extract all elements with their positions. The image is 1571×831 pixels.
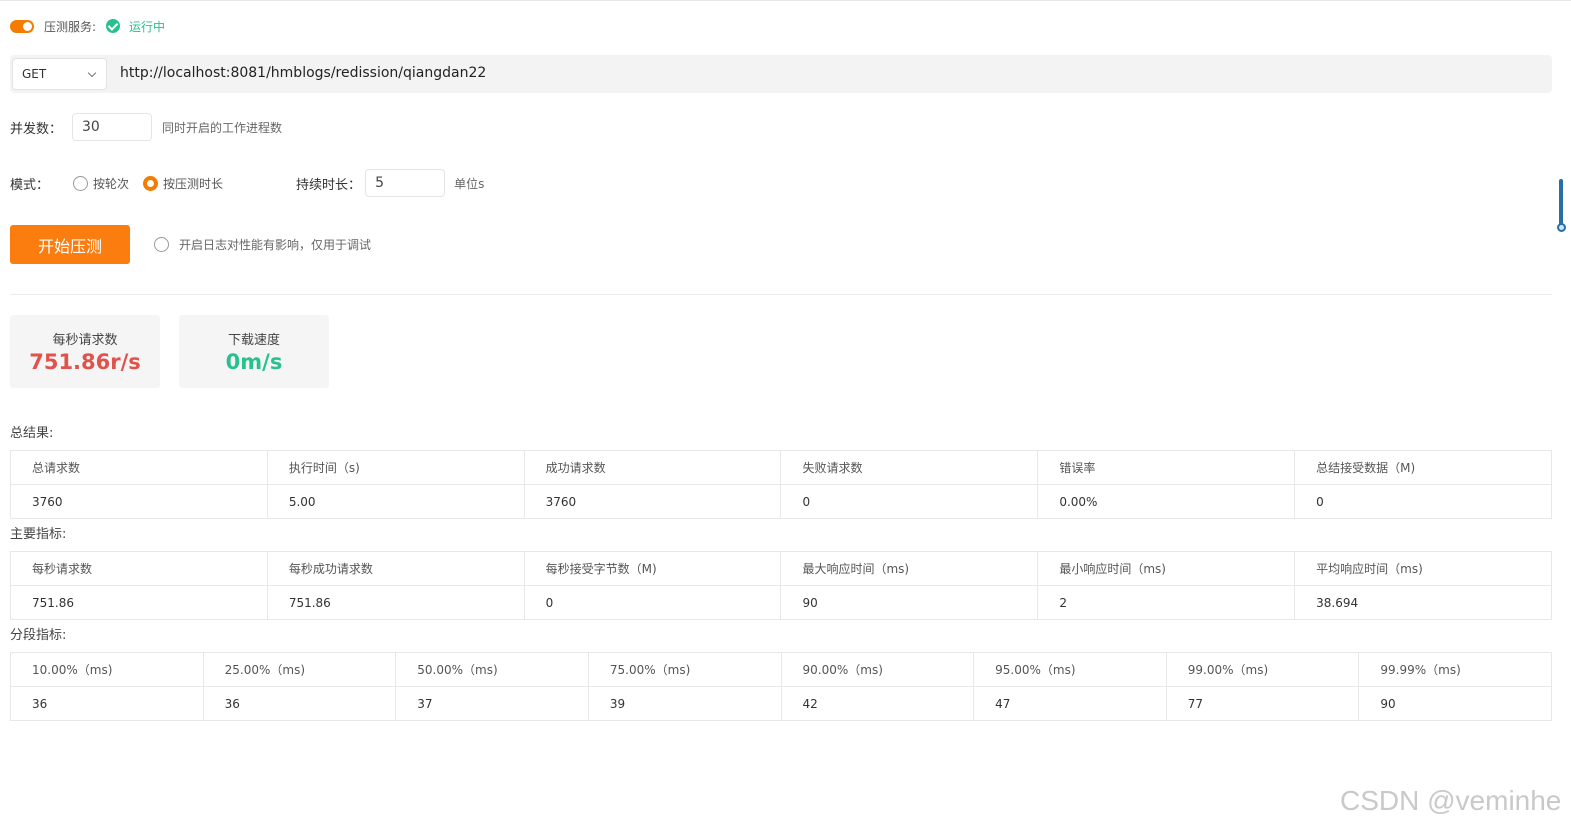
table-cell: 0.00% [1037,484,1296,519]
table-cell: 751.86 [266,585,525,620]
radio-by-duration[interactable] [143,175,159,191]
radio-by-rounds-label: 按轮次 [93,176,130,191]
table-header-cell: 成功请求数 [523,450,782,485]
top-border [0,0,1571,1]
download-card: 下载速度 0m/s [179,315,329,388]
percentiles-title: 分段指标: [10,628,67,643]
table-cell: 3760 [10,484,268,519]
log-option-row: 开启日志对性能有影响，仅用于调试 [154,236,371,253]
summary-table: 总请求数 执行时间（s) 成功请求数 失败请求数 错误率 总结接受数据（M) 3… [10,450,1552,519]
table-row: 3760 5.00 3760 0 0.00% 0 [10,484,1552,519]
table-header-cell: 错误率 [1037,450,1296,485]
table-header-cell: 50.00%（ms) [395,652,589,687]
table-header-cell: 最小响应时间（ms) [1037,551,1296,586]
duration-unit: 单位s [454,176,485,191]
scrollbar-thumb[interactable] [1557,179,1566,234]
service-status-text: 运行中 [129,19,166,34]
table-cell: 0 [780,484,1039,519]
table-cell: 0 [523,585,782,620]
enable-log-radio[interactable] [154,237,169,252]
metrics-table: 每秒请求数 每秒成功请求数 每秒接受字节数（M) 最大响应时间（ms) 最小响应… [10,551,1552,620]
table-cell: 5.00 [266,484,525,519]
concurrency-input[interactable]: 30 [72,113,153,141]
table-cell: 751.86 [10,585,268,620]
table-header-cell: 总请求数 [10,450,268,485]
mode-row: 模式： 按轮次 按压测时长 持续时长： 5 单位s [10,169,484,197]
table-cell: 36 [10,686,204,721]
watermark: CSDN @veminhe [1340,785,1562,816]
table-header-cell: 总结接受数据（M) [1294,450,1552,485]
table-row: 36 36 37 39 42 47 77 90 [10,686,1552,721]
table-header-row: 每秒请求数 每秒成功请求数 每秒接受字节数（M) 最大响应时间（ms) 最小响应… [10,551,1552,586]
table-cell: 0 [1294,484,1552,519]
rps-card: 每秒请求数 751.86r/s [10,315,160,388]
download-value: 0m/s [225,350,283,374]
table-header-cell: 25.00%（ms) [202,652,397,687]
duration-input[interactable]: 5 [365,169,446,197]
section-divider [10,294,1552,295]
table-cell: 39 [587,686,782,721]
enable-log-label: 开启日志对性能有影响，仅用于调试 [179,238,372,252]
rps-value: 751.86r/s [29,350,141,374]
radio-by-rounds[interactable] [73,175,89,191]
url-input[interactable]: http://localhost:8081/hmblogs/redission/… [120,65,486,81]
table-header-cell: 10.00%（ms) [10,652,204,687]
scrollbar-bar [1559,179,1563,227]
table-header-cell: 75.00%（ms) [587,652,782,687]
toggle-knob [23,21,32,31]
table-header-cell: 95.00%（ms) [973,652,1167,687]
table-cell: 42 [780,686,975,721]
table-cell: 36 [202,686,397,721]
percentiles-table: 10.00%（ms) 25.00%（ms) 50.00%（ms) 75.00%（… [10,652,1552,721]
method-value: GET [22,67,47,81]
service-label: 压测服务: [44,19,97,34]
service-toggle[interactable] [10,19,34,33]
check-circle-icon [106,19,121,33]
table-header-cell: 每秒接受字节数（M) [523,551,782,586]
table-cell: 47 [973,686,1167,721]
concurrency-hint: 同时开启的工作进程数 [162,120,283,135]
start-test-button[interactable]: 开始压测 [10,225,130,264]
table-header-cell: 90.00%（ms) [780,652,975,687]
mode-label: 模式： [10,177,50,193]
table-row: 751.86 751.86 0 90 2 38.694 [10,585,1552,620]
table-header-cell: 每秒成功请求数 [266,551,525,586]
duration-label: 持续时长： [296,177,362,193]
table-header-cell: 99.99%（ms) [1358,652,1552,687]
table-header-cell: 99.00%（ms) [1165,652,1360,687]
table-header-cell: 平均响应时间（ms) [1294,551,1552,586]
table-cell: 77 [1165,686,1360,721]
concurrency-label: 并发数： [10,121,63,137]
radio-by-duration-label: 按压测时长 [163,176,224,191]
table-cell: 37 [395,686,589,721]
request-bar: GET http://localhost:8081/hmblogs/rediss… [10,55,1552,93]
rps-label: 每秒请求数 [52,333,118,348]
table-cell: 3760 [523,484,782,519]
table-cell: 2 [1037,585,1296,620]
method-select[interactable]: GET [12,58,107,90]
table-header-row: 总请求数 执行时间（s) 成功请求数 失败请求数 错误率 总结接受数据（M) [10,450,1552,485]
table-header-cell: 执行时间（s) [266,450,525,485]
table-cell: 90 [1358,686,1552,721]
summary-title: 总结果: [10,426,54,441]
table-cell: 90 [780,585,1039,620]
table-header-cell: 每秒请求数 [10,551,268,586]
metrics-title: 主要指标: [10,527,67,542]
table-header-cell: 最大响应时间（ms) [780,551,1039,586]
table-header-row: 10.00%（ms) 25.00%（ms) 50.00%（ms) 75.00%（… [10,652,1552,687]
scrollbar-handle [1557,223,1566,232]
download-label: 下载速度 [227,333,280,348]
concurrency-row: 并发数： 30 同时开启的工作进程数 [10,113,282,141]
chevron-down-icon [87,68,97,78]
table-cell: 38.694 [1294,585,1552,620]
table-header-cell: 失败请求数 [780,450,1039,485]
service-status-row: 压测服务: 运行中 [10,17,165,35]
